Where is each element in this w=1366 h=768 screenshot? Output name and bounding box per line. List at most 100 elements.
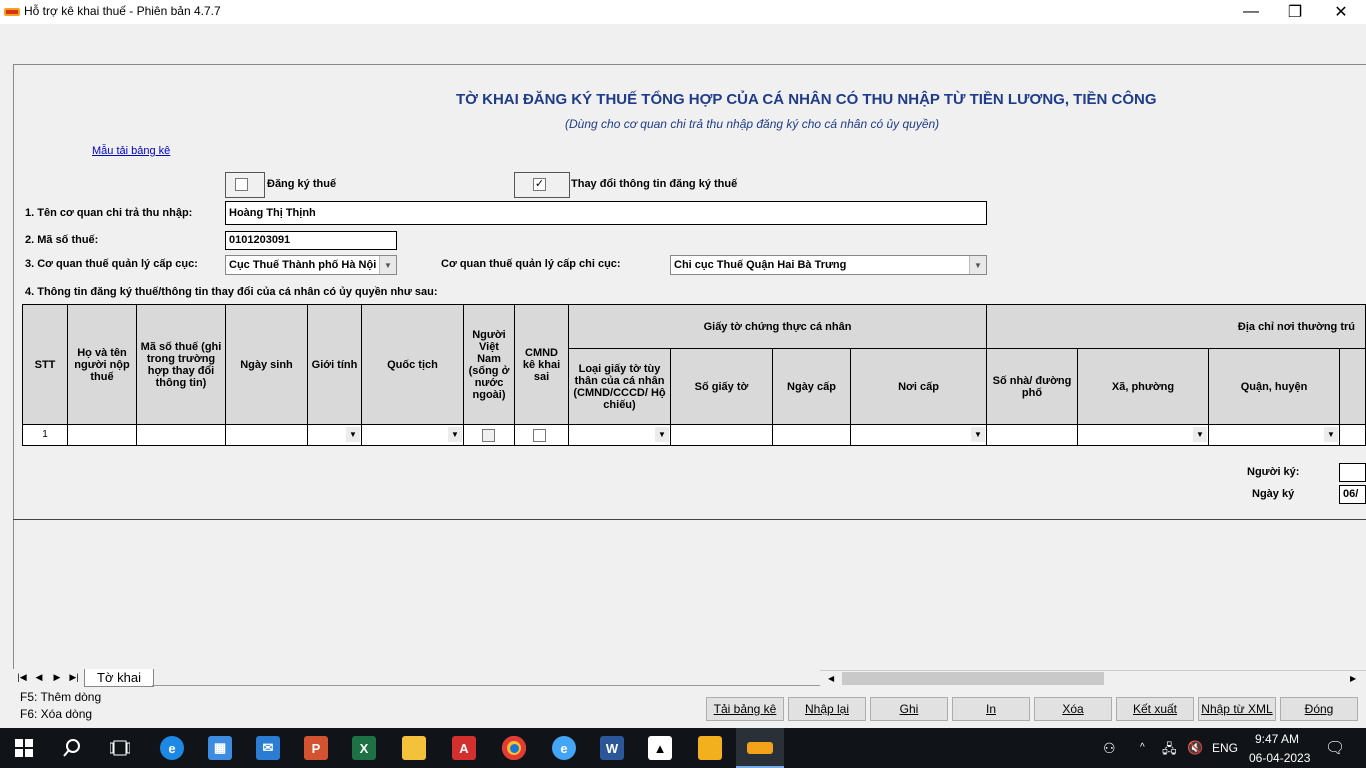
volume-muted-icon[interactable]: 🔇: [1187, 740, 1203, 756]
change-checkbox[interactable]: ✓: [533, 178, 546, 191]
header-address-group: Địa chỉ nơi thường trú: [986, 304, 1366, 349]
cell-tax-code[interactable]: [136, 424, 226, 446]
clock-time[interactable]: 9:47 AM: [1255, 732, 1299, 746]
dept-select-value: Cục Thuế Thành phố Hà Nội: [229, 259, 377, 271]
delete-button[interactable]: Xóa: [1034, 697, 1112, 721]
close-form-label: Đóng: [1304, 702, 1334, 716]
network-icon[interactable]: 🖧: [1162, 740, 1177, 762]
cell-stt: 1: [22, 424, 68, 446]
chevron-down-icon[interactable]: ▼: [971, 427, 985, 442]
minimize-button[interactable]: —: [1228, 0, 1274, 24]
tax-code-field[interactable]: 0101203091: [225, 231, 397, 250]
header-dob: Ngày sinh: [225, 304, 308, 425]
subdept-label: Cơ quan thuế quản lý cấp chi cục:: [441, 258, 621, 270]
prev-sheet-icon[interactable]: ◀: [32, 670, 46, 685]
cell-district[interactable]: ▼: [1208, 424, 1340, 446]
chevron-down-icon[interactable]: ▼: [655, 427, 669, 442]
internet-explorer-icon[interactable]: e: [540, 728, 588, 768]
chevron-down-icon[interactable]: ▼: [379, 256, 396, 274]
sign-date-field[interactable]: 06/: [1339, 485, 1366, 504]
chevron-down-icon[interactable]: ▼: [448, 427, 462, 442]
people-icon[interactable]: ⚇: [1103, 740, 1116, 757]
scroll-left-icon[interactable]: ◀: [828, 674, 834, 683]
org-name-field[interactable]: Hoàng Thị Thịnh: [225, 201, 987, 225]
change-label: Thay đổi thông tin đăng ký thuế: [571, 178, 738, 190]
language-indicator[interactable]: ENG: [1212, 741, 1238, 755]
subdept-select-value: Chi cục Thuế Quận Hai Bà Trưng: [674, 259, 847, 271]
powerpoint-icon[interactable]: P: [292, 728, 340, 768]
id-wrong-checkbox[interactable]: [533, 429, 546, 442]
next-sheet-icon[interactable]: ▶: [50, 670, 64, 685]
windows-start-icon[interactable]: [0, 728, 48, 768]
first-sheet-icon[interactable]: |◀: [15, 670, 29, 685]
signer-label: Người ký:: [1247, 466, 1300, 478]
acrobat-icon[interactable]: A: [440, 728, 488, 768]
restore-button[interactable]: ❐: [1272, 0, 1318, 24]
chevron-down-icon[interactable]: ▼: [1324, 427, 1338, 442]
import-xml-label: Nhập từ XML: [1201, 702, 1273, 716]
cell-id-number[interactable]: [670, 424, 773, 446]
cell-house-no[interactable]: [986, 424, 1078, 446]
clock-date[interactable]: 06-04-2023: [1249, 751, 1310, 765]
dept-select[interactable]: Cục Thuế Thành phố Hà Nội ▼: [225, 255, 397, 275]
window-title: Hỗ trợ kê khai thuế - Phiên bản 4.7.7: [24, 4, 221, 18]
task-view-icon[interactable]: [96, 728, 144, 768]
close-button[interactable]: ✕: [1318, 0, 1364, 24]
scroll-right-icon[interactable]: ▶: [1350, 674, 1356, 683]
header-id-docs-group: Giấy tờ chứng thực cá nhân: [568, 304, 987, 349]
cell-id-type[interactable]: ▼: [568, 424, 671, 446]
sheet-divider: [13, 519, 1366, 520]
signer-field[interactable]: [1339, 463, 1366, 482]
excel-icon[interactable]: X: [340, 728, 388, 768]
print-button[interactable]: In: [952, 697, 1030, 721]
chevron-down-icon[interactable]: ▼: [969, 256, 986, 274]
cell-nationality[interactable]: ▼: [361, 424, 464, 446]
htkk-app-icon[interactable]: [736, 728, 784, 768]
header-id-wrong: CMND kê khai sai: [514, 304, 569, 425]
template-download-link[interactable]: Mẫu tải bảng kê: [92, 145, 170, 157]
cell-name[interactable]: [67, 424, 137, 446]
cell-issue-date[interactable]: [772, 424, 851, 446]
chevron-down-icon[interactable]: ▼: [1193, 427, 1207, 442]
mail-icon[interactable]: ✉: [244, 728, 292, 768]
header-issue-date: Ngày cấp: [772, 348, 851, 425]
last-sheet-icon[interactable]: ▶|: [67, 670, 81, 685]
register-checkbox[interactable]: [235, 178, 248, 191]
cell-gender[interactable]: ▼: [307, 424, 362, 446]
header-issue-place: Nơi cấp: [850, 348, 987, 425]
cell-next-col[interactable]: [1339, 424, 1366, 446]
chevron-down-icon[interactable]: ▼: [346, 427, 360, 442]
hotkey-add-row: F5: Thêm dòng: [20, 690, 102, 704]
show-hidden-icons-icon[interactable]: ^: [1140, 742, 1145, 753]
scrollbar-thumb[interactable]: [842, 672, 1104, 685]
vn-abroad-checkbox[interactable]: [482, 429, 495, 442]
cell-vn-abroad: [463, 424, 515, 446]
import-xml-button[interactable]: Nhập từ XML: [1198, 697, 1276, 721]
store-icon[interactable]: ▦: [196, 728, 244, 768]
chrome-icon[interactable]: [490, 728, 538, 768]
cell-dob[interactable]: [225, 424, 308, 446]
subdept-select[interactable]: Chi cục Thuế Quận Hai Bà Trưng ▼: [670, 255, 987, 275]
cell-issue-place[interactable]: ▼: [850, 424, 987, 446]
file-explorer-icon[interactable]: [390, 728, 438, 768]
edge-icon[interactable]: e: [148, 728, 196, 768]
reset-button[interactable]: Nhập lại: [788, 697, 866, 721]
close-form-button[interactable]: Đóng: [1280, 697, 1358, 721]
export-label: Kết xuất: [1132, 702, 1178, 716]
search-icon[interactable]: [48, 728, 96, 768]
tab-to-khai[interactable]: Tờ khai: [84, 669, 154, 687]
save-button[interactable]: Ghi: [870, 697, 948, 721]
export-button[interactable]: Kết xuất: [1116, 697, 1194, 721]
load-list-button[interactable]: Tải bảng kê: [706, 697, 784, 721]
cell-ward[interactable]: ▼: [1077, 424, 1209, 446]
photos-icon[interactable]: ▲: [636, 728, 684, 768]
dept-label: 3. Cơ quan thuế quản lý cấp cục:: [25, 258, 198, 270]
delete-label: Xóa: [1062, 702, 1084, 716]
notifications-icon[interactable]: 🗨: [1325, 738, 1345, 758]
word-icon[interactable]: W: [588, 728, 636, 768]
paint-icon[interactable]: [686, 728, 734, 768]
horizontal-scrollbar[interactable]: ◀ ▶: [820, 670, 1366, 687]
reset-label: Nhập lại: [804, 702, 850, 716]
form-title: TỜ KHAI ĐĂNG KÝ THUẾ TỔNG HỢP CỦA CÁ NHÂ…: [456, 91, 1157, 108]
header-id-type: Loại giấy tờ tùy thân của cá nhân (CMND/…: [568, 348, 671, 425]
